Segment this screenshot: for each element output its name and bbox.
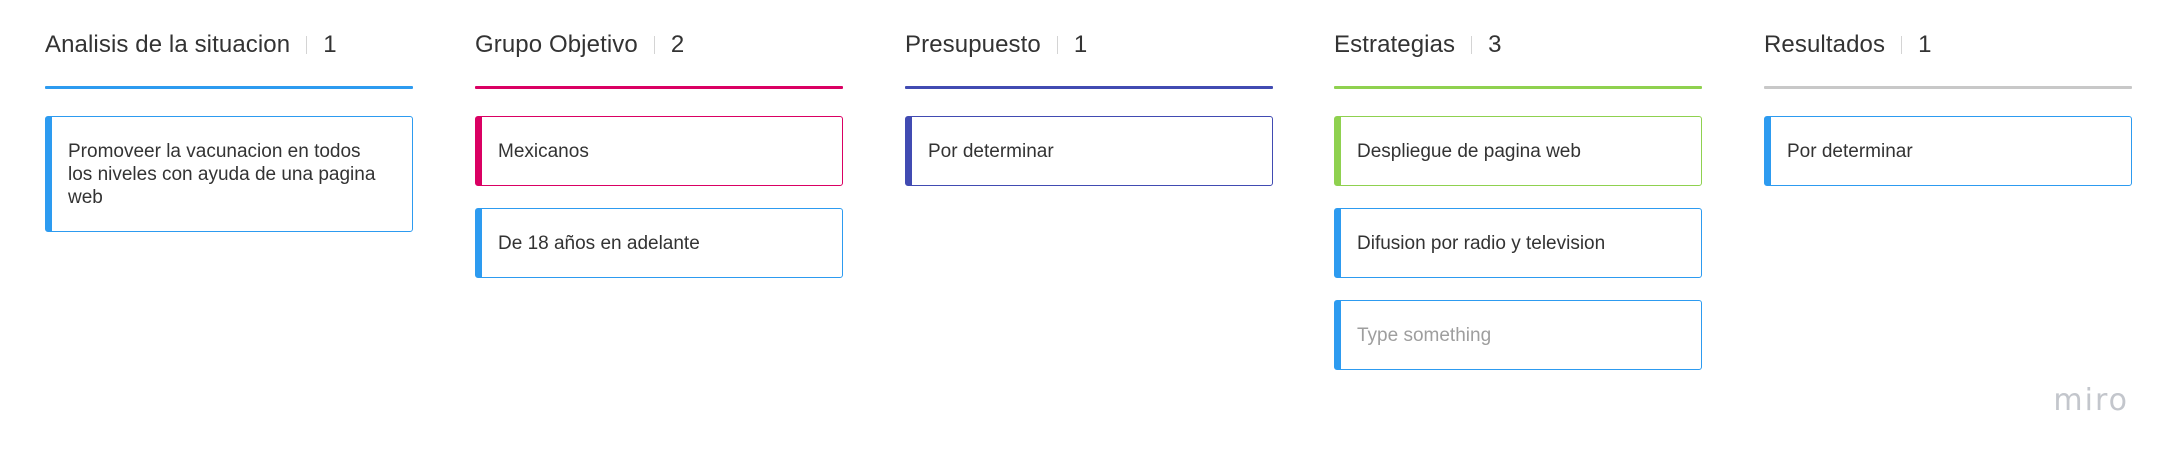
column-count: 1	[323, 31, 337, 58]
column-title: Analisis de la situacion	[45, 31, 291, 58]
column-accent-line	[1334, 86, 1702, 89]
card-text: De 18 años en adelante	[498, 232, 700, 254]
kanban-card[interactable]: De 18 años en adelante	[475, 208, 843, 278]
column-accent-line	[1764, 86, 2132, 89]
column-header[interactable]: Grupo Objetivo 2	[475, 28, 684, 62]
column-header[interactable]: Estrategias 3	[1334, 28, 1502, 62]
card-text: Por determinar	[1787, 140, 1913, 162]
column-accent-line	[905, 86, 1273, 89]
column-title: Estrategias	[1334, 31, 1456, 58]
column-accent-line	[45, 86, 413, 89]
kanban-card[interactable]: Mexicanos	[475, 116, 843, 186]
new-card-input[interactable]: Type something	[1334, 300, 1702, 370]
kanban-card[interactable]: Promoveer la vacunacion en todos los niv…	[45, 116, 413, 232]
column-count: 3	[1488, 31, 1502, 58]
kanban-board: Analisis de la situacion 1 Promoveer la …	[0, 0, 2177, 459]
kanban-card[interactable]: Por determinar	[1764, 116, 2132, 186]
column-title: Resultados	[1764, 31, 1886, 58]
column-count: 1	[1073, 31, 1088, 58]
column-separator	[1901, 36, 1903, 54]
column-separator	[1056, 36, 1058, 54]
column-accent-line	[475, 86, 843, 89]
kanban-card[interactable]: Por determinar	[905, 116, 1273, 186]
column-separator	[653, 36, 655, 54]
column-header[interactable]: Resultados 1	[1764, 28, 1931, 62]
column-title: Presupuesto	[905, 31, 1041, 58]
card-text: Despliegue de pagina web	[1357, 140, 1581, 162]
column-separator	[1471, 36, 1473, 54]
card-text: Difusion por radio y television	[1357, 232, 1606, 254]
card-text: Promoveer la vacunacion en todos los niv…	[68, 140, 376, 208]
column-separator	[306, 36, 308, 54]
card-text: Mexicanos	[498, 140, 589, 162]
column-header[interactable]: Presupuesto 1	[905, 28, 1087, 62]
miro-logo: miro	[2053, 383, 2129, 418]
column-count: 1	[1918, 31, 1932, 58]
column-title: Grupo Objetivo	[475, 31, 638, 58]
column-count: 2	[670, 31, 685, 58]
card-text: Por determinar	[928, 140, 1054, 162]
column-header[interactable]: Analisis de la situacion 1	[45, 28, 337, 62]
kanban-card[interactable]: Difusion por radio y television	[1334, 208, 1702, 278]
kanban-card[interactable]: Despliegue de pagina web	[1334, 116, 1702, 186]
card-placeholder: Type something	[1357, 324, 1492, 346]
